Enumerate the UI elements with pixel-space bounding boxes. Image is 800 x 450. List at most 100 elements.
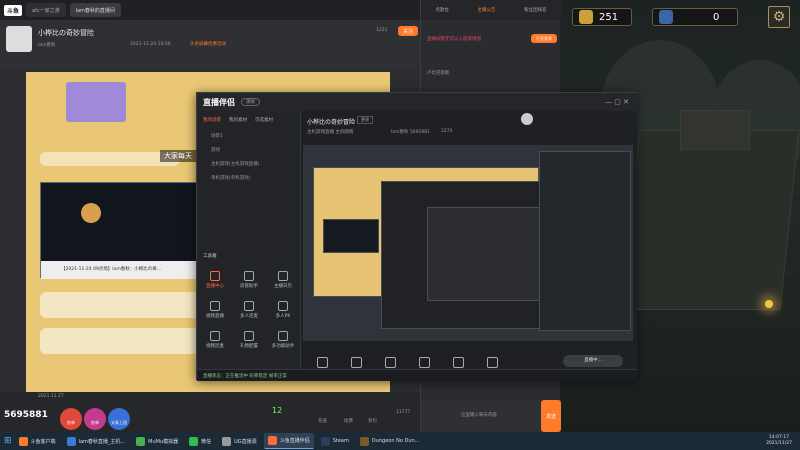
chat-tabs: 点歌台 主播公告 粉丝团排名 (421, 0, 561, 20)
follower-count: 2270 (441, 129, 453, 134)
game-icon (359, 436, 369, 446)
scene-item[interactable]: 场景1 (211, 133, 223, 139)
browser-icon (66, 436, 76, 446)
start-live-button[interactable]: 直播中... (563, 355, 623, 367)
scene-item[interactable]: 单机游戏(单机游戏) (211, 175, 251, 181)
badge-2[interactable]: 抢单 (84, 408, 106, 430)
preview-game (539, 151, 631, 331)
video-thumb (66, 82, 126, 122)
edit-title-button[interactable]: 更改 (357, 116, 373, 124)
settings-gear-icon[interactable]: ⚙ (768, 6, 790, 28)
gem-icon (659, 10, 673, 24)
pk-icon (278, 301, 288, 311)
video-card (40, 152, 180, 166)
tool-calendar[interactable]: 主播日历 (269, 271, 297, 289)
zb-sidebar: 我的场景 我的素材 可选素材 场景1 游戏 主机游戏(主机游戏直播) 单机游戏(… (197, 111, 301, 369)
chat-input-area: 这里输入聊天内容 发送 (421, 400, 561, 432)
scene-item[interactable]: 主机游戏(主机游戏直播) (211, 161, 260, 167)
clock[interactable]: 14:07:17 2021/11/27 (766, 435, 792, 447)
recharge-button[interactable]: 充值 (318, 418, 327, 424)
tab-room[interactable]: lam春秋的直播间 (69, 3, 121, 17)
douyu-icon (18, 436, 28, 446)
preview-zb-nested (427, 207, 547, 301)
chat-notice: 直播间暂无可以入座席周围 (427, 37, 481, 42)
taskbar-app[interactable]: MuMu模拟器 (132, 433, 182, 449)
user-avatar[interactable] (521, 113, 533, 125)
room-info-bar: 小桦比の奇妙冒险 lam春秋 2021-11-24 14:56 头条屏幕优惠活动… (0, 20, 420, 68)
badge-1[interactable]: 抢单 (60, 408, 82, 430)
taskbar-app[interactable]: 斗鱼直播伴侣 (263, 433, 314, 449)
badge-3[interactable]: 头条上班 (108, 408, 130, 430)
tab-afc[interactable]: afc一家之游 (26, 3, 66, 17)
phone-icon (384, 357, 396, 368)
speaker-icon (486, 357, 498, 368)
calendar-icon (278, 271, 288, 281)
tab-optional-assets[interactable]: 可选素材 (255, 117, 273, 123)
follow-button[interactable]: 关注 (398, 26, 418, 36)
douyu-logo: 斗鱼 (4, 4, 23, 16)
layout-icon (316, 357, 328, 368)
tab-my-assets[interactable]: 我的素材 (229, 117, 247, 123)
stream-title: 小桦比の奇妙冒险 (307, 119, 356, 126)
streamer-name[interactable]: lam春秋 (38, 42, 55, 48)
stream-preview (303, 145, 633, 341)
zb-icon (267, 436, 277, 445)
tab-song[interactable]: 点歌台 (435, 7, 449, 13)
preview-replay (323, 219, 379, 253)
stream-date: 2021-11-24 14:56 (130, 42, 171, 47)
scene-item[interactable]: 游戏 (211, 147, 220, 153)
window-controls[interactable]: — ▢ ✕ (605, 98, 629, 106)
taskbar-app[interactable]: 微信 (185, 433, 215, 449)
tool-room-admin[interactable]: 房管助手 (235, 271, 263, 289)
renew-button[interactable]: 续费 (344, 418, 353, 424)
stream-uid: lam春秋 5695881 (391, 130, 430, 135)
desktop: { "game":{"gold":"251","gems":"0"}, "dou… (0, 0, 800, 450)
zb-badge[interactable]: 测试 (241, 98, 260, 106)
video-mic-icon (210, 331, 220, 341)
tool-multi-mic[interactable]: 多人连麦 (235, 301, 263, 319)
send-button[interactable]: 发送 (541, 400, 561, 432)
taskbar-app[interactable]: 斗鱼客户端 (15, 433, 60, 449)
promo-tag[interactable]: 头条屏幕优惠活动 (190, 41, 226, 47)
tab-notice[interactable]: 主播公告 (477, 7, 495, 13)
taskbar-app[interactable]: Steam (317, 433, 353, 449)
taskbar-app[interactable]: UG直播源 (218, 433, 261, 449)
tool-multi-pk[interactable]: 多人PK (269, 301, 297, 319)
tool-video-live[interactable]: 视频直播 (201, 301, 229, 319)
camera-icon (350, 357, 362, 368)
replay-label[interactable]: 【2021-11-24 09点场】lam春秋：小桦比の奇... (41, 261, 201, 279)
taskbar-app[interactable]: lam春秋直播_主机... (63, 433, 130, 449)
start-icon[interactable]: ⊞ (4, 436, 12, 446)
backpack-button[interactable]: 背包 (368, 418, 377, 424)
tool-gift-config[interactable]: 礼物配置 (235, 331, 263, 349)
zb-titlebar: 直播伴侣 测试 — ▢ ✕ (197, 93, 637, 111)
toolbox-label: 工具箱 (203, 254, 217, 259)
video-live-icon (210, 301, 220, 311)
ug-icon (222, 436, 232, 446)
streamer-avatar[interactable] (6, 26, 32, 52)
zb-logo: 直播伴侣 (203, 97, 235, 107)
tab-fans[interactable]: 粉丝团排名 (524, 7, 547, 13)
live-center-icon (210, 271, 220, 281)
gem-counter: 0 (652, 8, 738, 26)
stream-category[interactable]: 主机游戏直播 主机网络 (307, 129, 353, 135)
room-id: 5695881 (4, 410, 48, 420)
bottom-date: 2021.11.27 (38, 394, 64, 399)
gift-icon (244, 331, 254, 341)
room-title: 小桦比の奇妙冒险 (38, 29, 94, 37)
tool-helper[interactable]: 多功能助手 (269, 331, 297, 349)
replay-card[interactable]: 【2021-11-24 09点场】lam春秋：小桦比の奇... (40, 182, 201, 279)
gold-counter: 251 (572, 8, 632, 26)
chat-input[interactable]: 这里输入聊天内容 (461, 412, 497, 418)
tool-live-center[interactable]: 直播中心 (201, 271, 229, 289)
viewer-count: 11777 (396, 410, 411, 415)
tab-my-scenes[interactable]: 我的场景 (203, 117, 221, 123)
room-admin-icon (244, 271, 254, 281)
live-companion-window: 直播伴侣 测试 — ▢ ✕ 我的场景 我的素材 可选素材 场景1 游戏 主机游戏… (196, 92, 637, 381)
tool-video-mic[interactable]: 视频连麦 (201, 331, 229, 349)
taskbar-app[interactable]: Dungeon No Dun... (356, 433, 424, 449)
zb-main: 小桦比の奇妙冒险 更改 主机游戏直播 主机网络 lam春秋 5695881 22… (301, 111, 637, 376)
wechat-icon (189, 436, 199, 446)
windows-taskbar: ⊞ 斗鱼客户端 lam春秋直播_主机... MuMu模拟器 微信 UG直播源 斗… (0, 432, 800, 450)
open-invoice-button[interactable]: 打开发票 (531, 34, 557, 43)
